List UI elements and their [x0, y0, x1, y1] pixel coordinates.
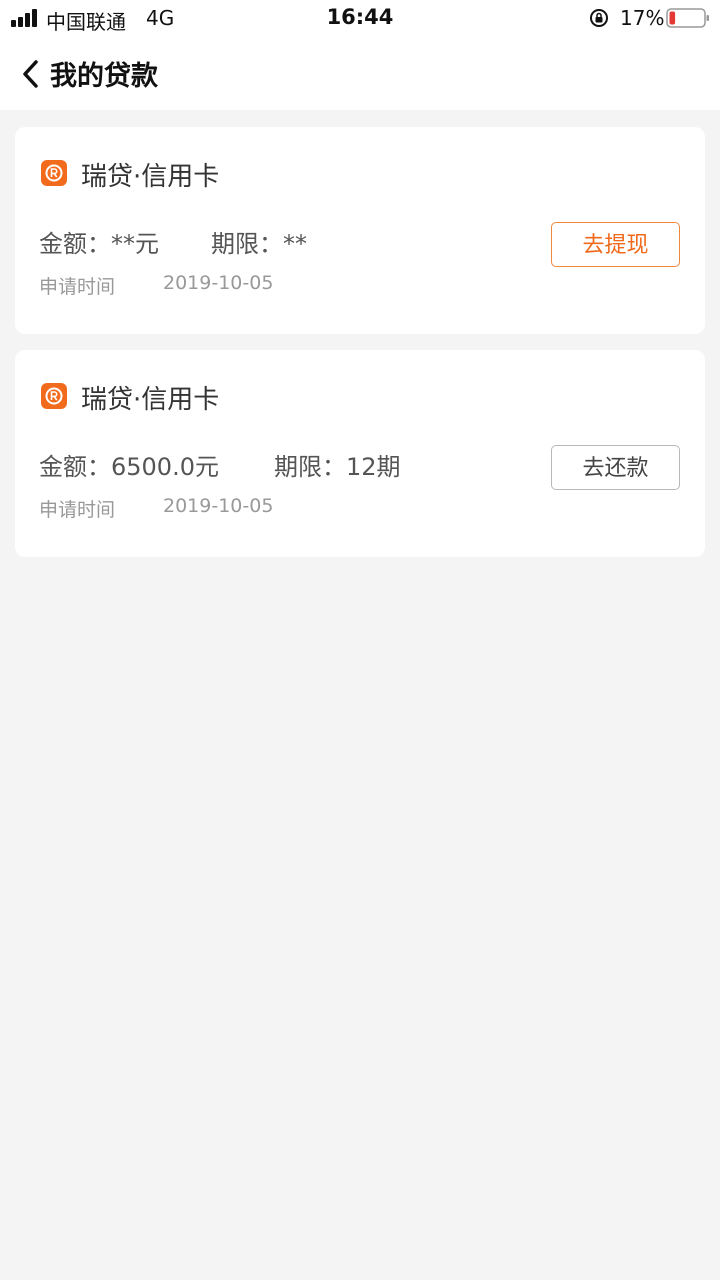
loan-amount: 金额：**元 — [39, 224, 159, 259]
apply-date: 2019-10-05 — [163, 272, 274, 294]
repay-button[interactable]: 去还款 — [551, 445, 680, 490]
amount-label: 金额： — [39, 230, 111, 258]
withdraw-button[interactable]: 去提现 — [551, 222, 680, 267]
term-label: 期限： — [211, 230, 283, 258]
term-value: 12期 — [346, 453, 401, 481]
amount-label: 金额： — [39, 453, 111, 481]
loan-term: 期限：12期 — [274, 447, 401, 482]
navigation-bar: 我的贷款 — [0, 36, 720, 110]
loan-amount: 金额：6500.0元 — [39, 447, 219, 482]
amount-value: 6500.0元 — [111, 453, 219, 481]
apply-date: 2019-10-05 — [163, 495, 274, 517]
apply-time-label: 申请时间 — [39, 276, 116, 298]
apply-time-label: 申请时间 — [39, 499, 116, 521]
loan-card: 瑞贷·信用卡 金额：6500.0元 期限：12期 申请时间 2019-10-05… — [15, 350, 705, 557]
battery-percentage: 17% — [620, 6, 665, 30]
amount-value: **元 — [111, 230, 159, 258]
status-bar: 中国联通 4G 16:44 17% — [0, 0, 720, 36]
status-time: 16:44 — [326, 5, 394, 29]
back-arrow-icon[interactable] — [20, 58, 42, 90]
loan-title: 瑞贷·信用卡 — [81, 385, 220, 415]
ruidai-logo-icon — [41, 160, 67, 186]
loan-card: 瑞贷·信用卡 金额：**元 期限：** 申请时间 2019-10-05 去提现 — [15, 127, 705, 334]
term-value: ** — [283, 230, 307, 258]
loan-term: 期限：** — [211, 224, 307, 259]
term-label: 期限： — [274, 453, 346, 481]
rotation-lock-icon — [590, 9, 608, 27]
ruidai-logo-icon — [41, 383, 67, 409]
loan-title: 瑞贷·信用卡 — [81, 162, 220, 192]
page-title: 我的贷款 — [50, 61, 158, 92]
battery-icon — [666, 8, 709, 28]
